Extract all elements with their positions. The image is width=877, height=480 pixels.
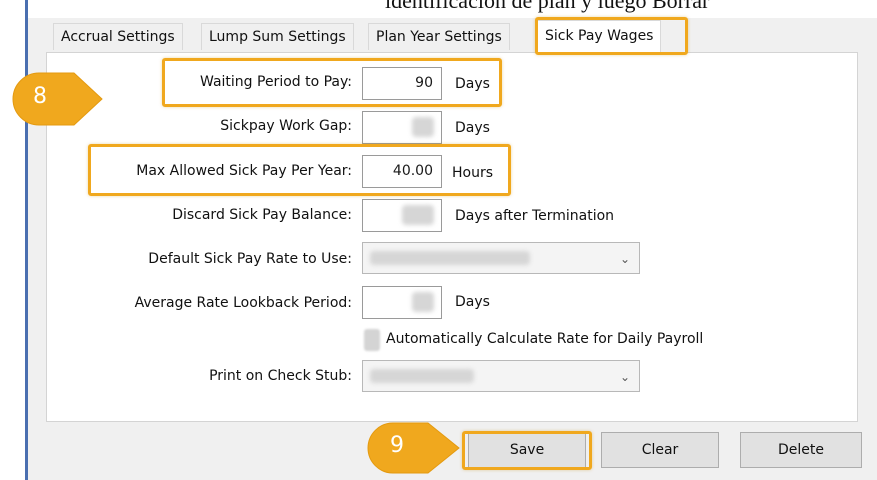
waiting-period-input[interactable]: 90 bbox=[362, 67, 442, 100]
tab-accrual-settings[interactable]: Accrual Settings bbox=[53, 23, 183, 50]
step-marker-icon bbox=[367, 422, 460, 474]
lookback-blurred-value bbox=[412, 292, 434, 312]
delete-button[interactable]: Delete bbox=[740, 432, 862, 468]
auto-calc-label: Automatically Calculate Rate for Daily P… bbox=[386, 331, 704, 347]
max-allowed-label: Max Allowed Sick Pay Per Year: bbox=[136, 163, 352, 179]
work-gap-blurred-value bbox=[412, 117, 434, 137]
lookback-unit: Days bbox=[455, 294, 490, 310]
step-9-marker: 9 bbox=[366, 421, 462, 475]
work-gap-label: Sickpay Work Gap: bbox=[220, 118, 352, 134]
default-rate-blurred-value bbox=[370, 251, 530, 265]
work-gap-unit: Days bbox=[455, 120, 490, 136]
discard-balance-unit: Days after Termination bbox=[455, 208, 615, 224]
lookback-label: Average Rate Lookback Period: bbox=[134, 295, 352, 311]
chevron-down-icon: ⌄ bbox=[620, 370, 631, 384]
chevron-down-icon: ⌄ bbox=[620, 252, 631, 266]
print-stub-label: Print on Check Stub: bbox=[209, 368, 352, 384]
step-8-marker: 8 bbox=[10, 70, 105, 128]
max-allowed-input[interactable]: 40.00 bbox=[362, 155, 442, 188]
default-rate-label: Default Sick Pay Rate to Use: bbox=[148, 251, 352, 267]
auto-calc-checkbox[interactable] bbox=[364, 329, 380, 351]
clear-button[interactable]: Clear bbox=[601, 432, 719, 468]
waiting-period-label: Waiting Period to Pay: bbox=[200, 74, 352, 90]
save-button[interactable]: Save bbox=[468, 432, 586, 468]
step-9-number: 9 bbox=[390, 433, 404, 458]
discard-balance-blurred-value bbox=[402, 205, 434, 225]
step-marker-icon bbox=[12, 72, 103, 126]
tab-sick-pay-wages[interactable]: Sick Pay Wages bbox=[537, 20, 662, 52]
tab-plan-year-settings[interactable]: Plan Year Settings bbox=[368, 23, 510, 50]
print-stub-blurred-value bbox=[370, 369, 474, 383]
background-caption-text: identificación de plan y luego Borrar bbox=[385, 0, 710, 13]
waiting-period-unit: Days bbox=[455, 76, 490, 92]
discard-balance-label: Discard Sick Pay Balance: bbox=[172, 207, 352, 223]
tab-lump-sum-settings[interactable]: Lump Sum Settings bbox=[201, 23, 354, 50]
step-8-number: 8 bbox=[33, 84, 47, 109]
max-allowed-unit: Hours bbox=[452, 165, 494, 181]
